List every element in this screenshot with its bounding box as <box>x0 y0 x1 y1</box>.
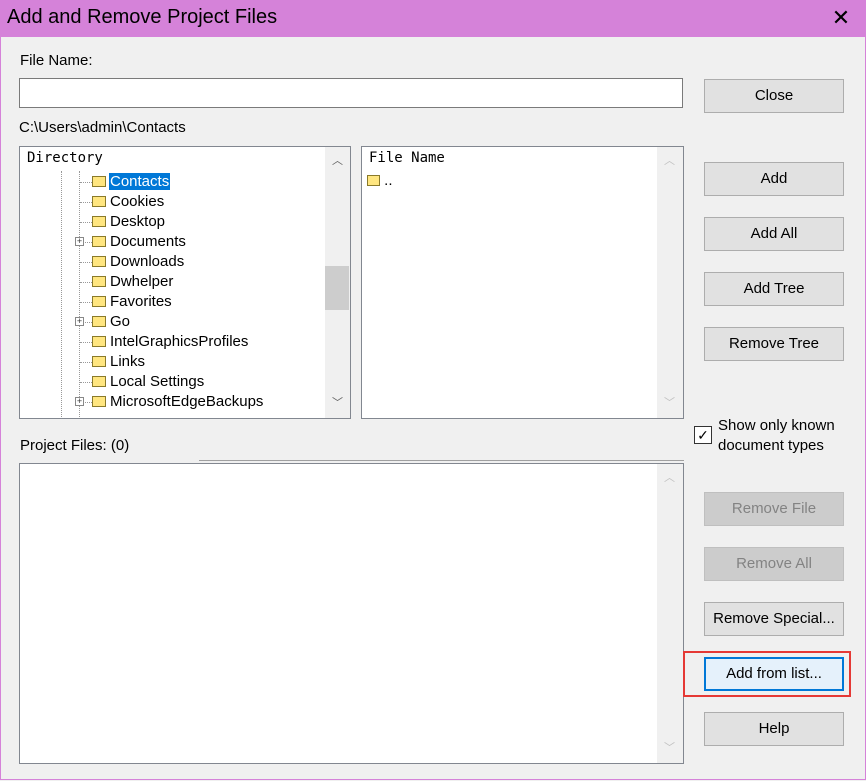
project-files-scrollbar[interactable]: ︿ ﹀ <box>657 464 683 763</box>
tree-item-label: Downloads <box>110 253 185 270</box>
show-known-types-label-line1: Show only known <box>718 417 835 434</box>
add-tree-button[interactable]: Add Tree <box>704 272 844 306</box>
remove-tree-button[interactable]: Remove Tree <box>704 327 844 361</box>
file-list-header: File Name <box>369 150 445 166</box>
add-all-button[interactable]: Add All <box>704 217 844 251</box>
tree-item-label: Dwhelper <box>110 273 174 290</box>
folder-icon <box>92 215 106 227</box>
scroll-down-icon[interactable]: ﹀ <box>661 395 678 412</box>
expand-icon[interactable]: + <box>75 397 84 406</box>
folder-icon <box>92 395 106 407</box>
scroll-thumb[interactable] <box>325 266 349 310</box>
tree-item[interactable]: Local Settings <box>20 372 205 392</box>
folder-icon <box>92 295 106 307</box>
show-known-types-label-line2: document types <box>718 437 824 454</box>
tree-item[interactable]: Desktop <box>20 212 166 232</box>
window-close-icon[interactable]: ✕ <box>827 4 855 32</box>
help-button[interactable]: Help <box>704 712 844 746</box>
file-name-input[interactable] <box>19 78 683 108</box>
file-list[interactable]: File Name .. ︿ ﹀ <box>361 146 684 419</box>
show-known-types-checkbox[interactable]: ✓ <box>694 426 712 444</box>
tree-item-label: MicrosoftEdgeBackups <box>110 393 264 410</box>
tree-item[interactable]: IntelGraphicsProfiles <box>20 332 249 352</box>
tree-item-label: Cookies <box>110 193 165 210</box>
tree-item[interactable]: Links <box>20 352 146 372</box>
directory-scrollbar[interactable]: ︿ ﹀ <box>325 147 350 418</box>
expand-icon[interactable]: + <box>75 237 84 246</box>
highlight-box <box>683 651 851 697</box>
file-list-scrollbar[interactable]: ︿ ﹀ <box>657 147 683 418</box>
expand-icon[interactable]: + <box>75 317 84 326</box>
add-button[interactable]: Add <box>704 162 844 196</box>
folder-icon <box>92 355 106 367</box>
list-item-label: .. <box>384 172 393 189</box>
directory-tree[interactable]: Directory Contacts Cookies Desktop + Documen… <box>19 146 351 419</box>
scroll-up-icon[interactable]: ︿ <box>329 153 346 170</box>
scroll-down-icon[interactable]: ﹀ <box>661 740 678 757</box>
tree-item-label: IntelGraphicsProfiles <box>110 333 249 350</box>
tree-item[interactable]: Downloads <box>20 252 185 272</box>
folder-up-icon <box>367 174 380 186</box>
tree-item-label: Go <box>110 313 131 330</box>
tree-item[interactable]: Dwhelper <box>20 272 174 292</box>
folder-icon <box>92 335 106 347</box>
remove-special-button[interactable]: Remove Special... <box>704 602 844 636</box>
folder-icon <box>92 195 106 207</box>
file-name-label: File Name: <box>20 52 93 69</box>
remove-file-button[interactable]: Remove File <box>704 492 844 526</box>
tree-item-label: Links <box>110 353 146 370</box>
window-title: Add and Remove Project Files <box>7 6 278 28</box>
project-files-label: Project Files: (0) <box>20 437 130 454</box>
scroll-down-icon[interactable]: ﹀ <box>329 395 346 412</box>
tree-item[interactable]: + MicrosoftEdgeBackups <box>20 392 264 412</box>
folder-icon <box>92 255 106 267</box>
tree-item-label: Documents <box>110 233 186 250</box>
directory-header: Directory <box>27 150 103 166</box>
project-files-list[interactable]: ︿ ﹀ <box>19 463 684 764</box>
list-item[interactable]: .. <box>367 172 393 189</box>
tree-item[interactable]: Contacts <box>20 172 171 192</box>
tree-item[interactable]: + Go <box>20 312 131 332</box>
tree-item-label: Contacts <box>109 173 171 190</box>
divider <box>199 460 684 461</box>
remove-all-button[interactable]: Remove All <box>704 547 844 581</box>
folder-icon <box>92 375 106 387</box>
tree-item-label: Desktop <box>110 213 166 230</box>
tree-item[interactable]: Favorites <box>20 292 173 312</box>
current-path: C:\Users\admin\Contacts <box>19 119 186 136</box>
folder-icon <box>92 175 106 187</box>
close-button[interactable]: Close <box>704 79 844 113</box>
folder-icon <box>92 315 106 327</box>
folder-icon <box>92 275 106 287</box>
scroll-up-icon[interactable]: ︿ <box>661 470 678 487</box>
tree-item-label: Local Settings <box>110 373 205 390</box>
tree-item-label: Favorites <box>110 293 172 310</box>
folder-icon <box>92 235 106 247</box>
scroll-up-icon[interactable]: ︿ <box>661 153 678 170</box>
tree-item[interactable]: Cookies <box>20 192 165 212</box>
tree-item[interactable]: + Documents <box>20 232 187 252</box>
